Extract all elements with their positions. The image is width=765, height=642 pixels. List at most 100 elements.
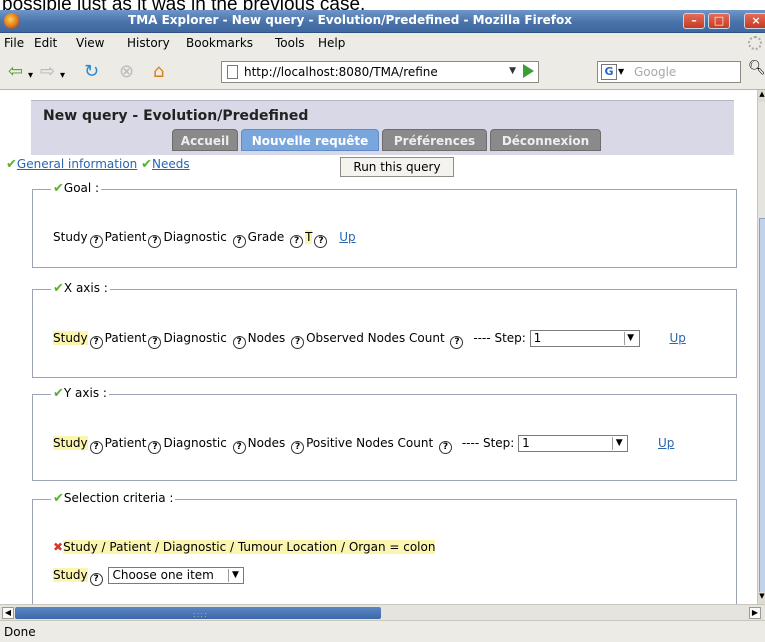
scroll-left-icon[interactable]: ◀ — [2, 607, 14, 619]
status-text: Done — [4, 625, 36, 639]
maximize-button[interactable]: □ — [708, 13, 730, 29]
x-step-value: 1 — [533, 331, 542, 345]
goal-path: Study? Patient? Diagnostic ? Grade ? T? Up — [53, 230, 356, 248]
help-icon[interactable]: ? — [314, 235, 328, 248]
y-nodes: Nodes — [247, 436, 286, 450]
criteria-select-value: Choose one item — [112, 568, 214, 582]
help-icon[interactable]: ? — [89, 235, 103, 248]
x-axis-legend-label: X axis : — [63, 281, 108, 295]
goal-study: Study — [53, 230, 88, 244]
help-icon[interactable]: ? — [89, 573, 103, 586]
chevron-down-icon: ▼ — [623, 332, 637, 345]
horizontal-scrollbar[interactable]: ◀ :::: ▶ — [0, 604, 765, 620]
help-icon[interactable]: ? — [89, 336, 103, 349]
general-information-link[interactable]: General information — [17, 157, 137, 171]
y-field: Positive Nodes Count — [306, 436, 434, 450]
scroll-up-icon[interactable]: ▲ — [758, 90, 765, 102]
goal-diagnostic: Diagnostic — [163, 230, 227, 244]
scroll-down-icon[interactable]: ▼ — [758, 592, 765, 604]
menu-help[interactable]: Help — [318, 36, 345, 50]
x-up-link[interactable]: Up — [669, 331, 685, 345]
forward-icon[interactable]: ⇨ — [40, 63, 55, 81]
go-icon[interactable] — [523, 64, 534, 78]
check-icon: ✔ — [53, 491, 64, 506]
y-step-select[interactable]: 1 ▼ — [518, 435, 629, 452]
back-icon[interactable]: ⇦ — [8, 63, 23, 81]
page-icon — [227, 65, 238, 79]
tab-preferences[interactable]: Préférences — [382, 129, 487, 151]
check-icon: ✔ — [141, 157, 153, 172]
selection-criteria-fieldset: ✔Selection criteria : ✖Study / Patient /… — [32, 491, 737, 604]
tab-nouvelle-requete[interactable]: Nouvelle requête — [241, 129, 379, 151]
y-study: Study — [53, 436, 88, 450]
menu-history[interactable]: History — [127, 36, 170, 50]
back-dropdown-icon[interactable]: ▾ — [28, 67, 33, 85]
help-icon[interactable]: ? — [232, 336, 246, 349]
criteria-item-select[interactable]: Choose one item ▼ — [108, 567, 245, 584]
menu-view[interactable]: View — [76, 36, 104, 50]
criteria-add-row: Study? Choose one item ▼ — [53, 567, 245, 586]
page-header: New query - Evolution/Predefined Accueil… — [31, 100, 734, 155]
vertical-scrollbar[interactable]: ▲ ▼ — [757, 90, 765, 604]
y-step-label: ---- Step: — [461, 436, 515, 450]
help-icon[interactable]: ? — [89, 441, 103, 454]
scroll-right-icon[interactable]: ▶ — [749, 607, 761, 619]
reload-icon[interactable]: ↻ — [84, 63, 99, 81]
criterion-text: Study / Patient / Diagnostic / Tumour Lo… — [63, 540, 436, 554]
help-icon[interactable]: ? — [291, 336, 305, 349]
vertical-scroll-thumb[interactable] — [759, 218, 765, 598]
goal-legend: ✔Goal : — [51, 181, 102, 196]
chevron-down-icon: ▼ — [228, 569, 241, 582]
home-icon[interactable]: ⌂ — [153, 63, 164, 81]
menu-bookmarks[interactable]: Bookmarks — [186, 36, 253, 50]
menu-edit[interactable]: Edit — [34, 36, 57, 50]
help-icon[interactable]: ? — [291, 441, 305, 454]
url-bar[interactable]: http://localhost:8080/TMA/refine ▼ — [221, 61, 539, 83]
run-query-button[interactable]: Run this query — [340, 157, 454, 177]
search-placeholder: Google — [634, 65, 677, 79]
help-icon[interactable]: ? — [148, 441, 162, 454]
help-icon[interactable]: ? — [232, 235, 246, 248]
search-go-icon[interactable]: 🔍︎ — [748, 60, 765, 76]
minimize-button[interactable]: – — [683, 13, 705, 29]
check-icon: ✔ — [53, 181, 64, 196]
help-icon[interactable]: ? — [290, 235, 304, 248]
section-links: ✔General information ✔Needs — [6, 157, 190, 172]
y-axis-legend-label: Y axis : — [63, 386, 107, 400]
menu-tools[interactable]: Tools — [275, 36, 305, 50]
criterion-row: ✖Study / Patient / Diagnostic / Tumour L… — [53, 540, 436, 554]
x-step-select[interactable]: 1 ▼ — [529, 330, 640, 347]
help-icon[interactable]: ? — [148, 336, 162, 349]
help-icon[interactable]: ? — [232, 441, 246, 454]
url-text: http://localhost:8080/TMA/refine — [244, 65, 438, 79]
check-icon: ✔ — [53, 386, 64, 401]
tab-accueil[interactable]: Accueil — [172, 129, 238, 151]
needs-link[interactable]: Needs — [152, 157, 190, 171]
menu-file[interactable]: File — [4, 36, 24, 50]
close-window-button[interactable]: × — [744, 13, 765, 29]
forward-dropdown-icon[interactable]: ▾ — [60, 67, 65, 85]
page-viewport: New query - Evolution/Predefined Accueil… — [0, 90, 757, 604]
help-icon[interactable]: ? — [439, 441, 453, 454]
criteria-legend-label: Selection criteria : — [63, 491, 174, 505]
help-icon[interactable]: ? — [148, 235, 162, 248]
google-icon[interactable]: G — [601, 64, 617, 80]
goal-patient: Patient — [104, 230, 147, 244]
x-step-label: ---- Step: — [473, 331, 526, 345]
x-diagnostic: Diagnostic — [163, 331, 227, 345]
goal-up-link[interactable]: Up — [339, 230, 355, 244]
stop-icon[interactable]: ⊗ — [119, 63, 134, 81]
window-title: TMA Explorer - New query - Evolution/Pre… — [128, 13, 572, 27]
remove-criterion-icon[interactable]: ✖ — [53, 540, 63, 554]
search-engine-dropdown-icon[interactable]: ▼ — [618, 67, 624, 76]
search-input[interactable]: G ▼ Google — [597, 61, 741, 83]
tab-deconnexion[interactable]: Déconnexion — [490, 129, 601, 151]
y-patient: Patient — [104, 436, 147, 450]
navigation-toolbar: ⇦ ▾ ⇨ ▾ ↻ ⊗ ⌂ http://localhost:8080/TMA/… — [0, 54, 765, 90]
check-icon: ✔ — [6, 157, 17, 172]
help-icon[interactable]: ? — [450, 336, 464, 349]
scroll-grip-icon: :::: — [193, 610, 208, 619]
url-dropdown-icon[interactable]: ▼ — [509, 66, 516, 76]
criteria-study: Study — [53, 568, 88, 582]
y-up-link[interactable]: Up — [658, 436, 674, 450]
